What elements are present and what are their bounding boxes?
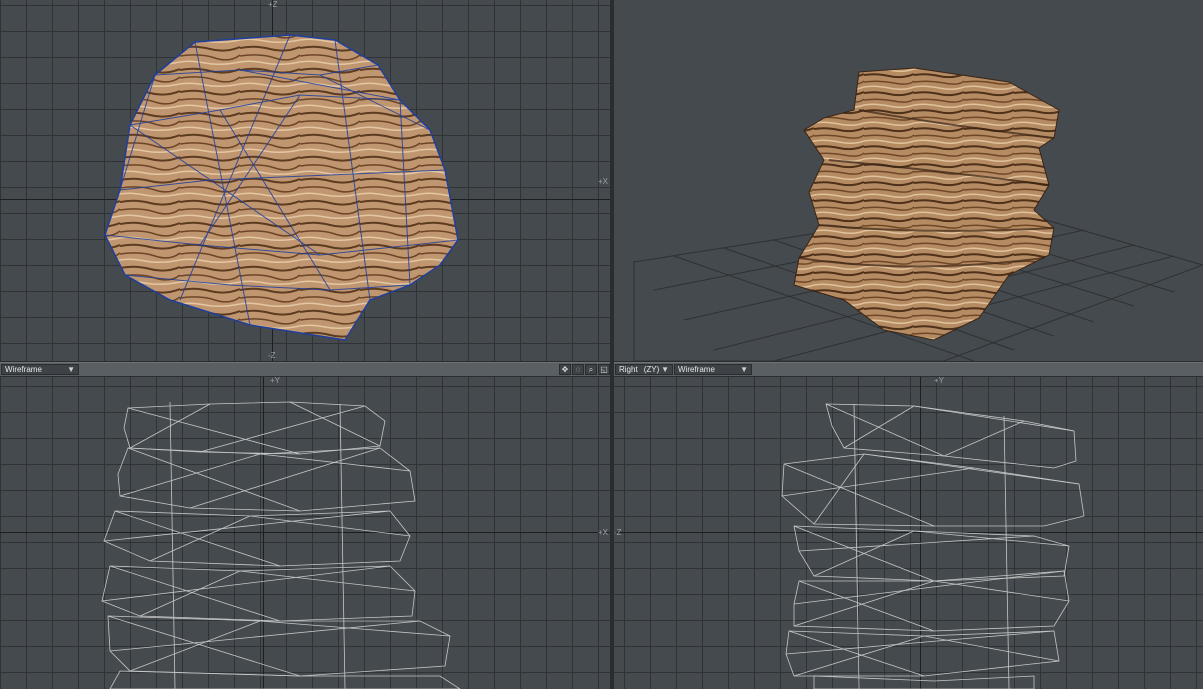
chevron-down-icon: ▼ bbox=[67, 365, 75, 374]
move-icon[interactable]: ✥ bbox=[559, 364, 571, 375]
maximize-icon[interactable]: ◱ bbox=[598, 364, 610, 375]
rotate-icon[interactable]: ◌ bbox=[572, 364, 584, 375]
render-mode-value: Wireframe bbox=[5, 365, 42, 374]
rock-front-wireframe bbox=[101, 401, 461, 689]
render-mode-dropdown[interactable]: Wireframe ▼ bbox=[1, 364, 79, 375]
zoom-icon[interactable]: ⌕ bbox=[585, 364, 597, 375]
viewport-perspective[interactable] bbox=[614, 0, 1203, 361]
view-value: Right bbox=[619, 365, 638, 374]
modeler-window: +Z +X -Z +Y +X +Y -Z Wireframe ▼ ✥ ◌ ⌕ ◱… bbox=[0, 0, 1203, 689]
viewport-front[interactable]: +Y +X bbox=[0, 376, 610, 689]
render-mode-dropdown[interactable]: Wireframe ▼ bbox=[674, 364, 752, 375]
rock-right-wireframe bbox=[781, 403, 1085, 689]
chevron-down-icon: ▼ bbox=[740, 365, 748, 374]
plane-value: (ZY) bbox=[643, 365, 660, 374]
perspective-scene bbox=[633, 67, 1203, 361]
viewport-toolbar-left: Wireframe ▼ ✥ ◌ ⌕ ◱ bbox=[0, 362, 610, 377]
viewport-toolbar-right: Right (ZY) ▼ Wireframe ▼ bbox=[614, 362, 1203, 377]
chevron-down-icon: ▼ bbox=[661, 365, 669, 374]
viewport-right[interactable]: +Y -Z bbox=[614, 376, 1203, 689]
rock-top-view bbox=[104, 34, 459, 341]
render-mode-value: Wireframe bbox=[678, 365, 715, 374]
view-dropdown[interactable]: Right (ZY) ▼ bbox=[615, 364, 673, 375]
viewport-top[interactable]: +Z +X -Z bbox=[0, 0, 610, 361]
